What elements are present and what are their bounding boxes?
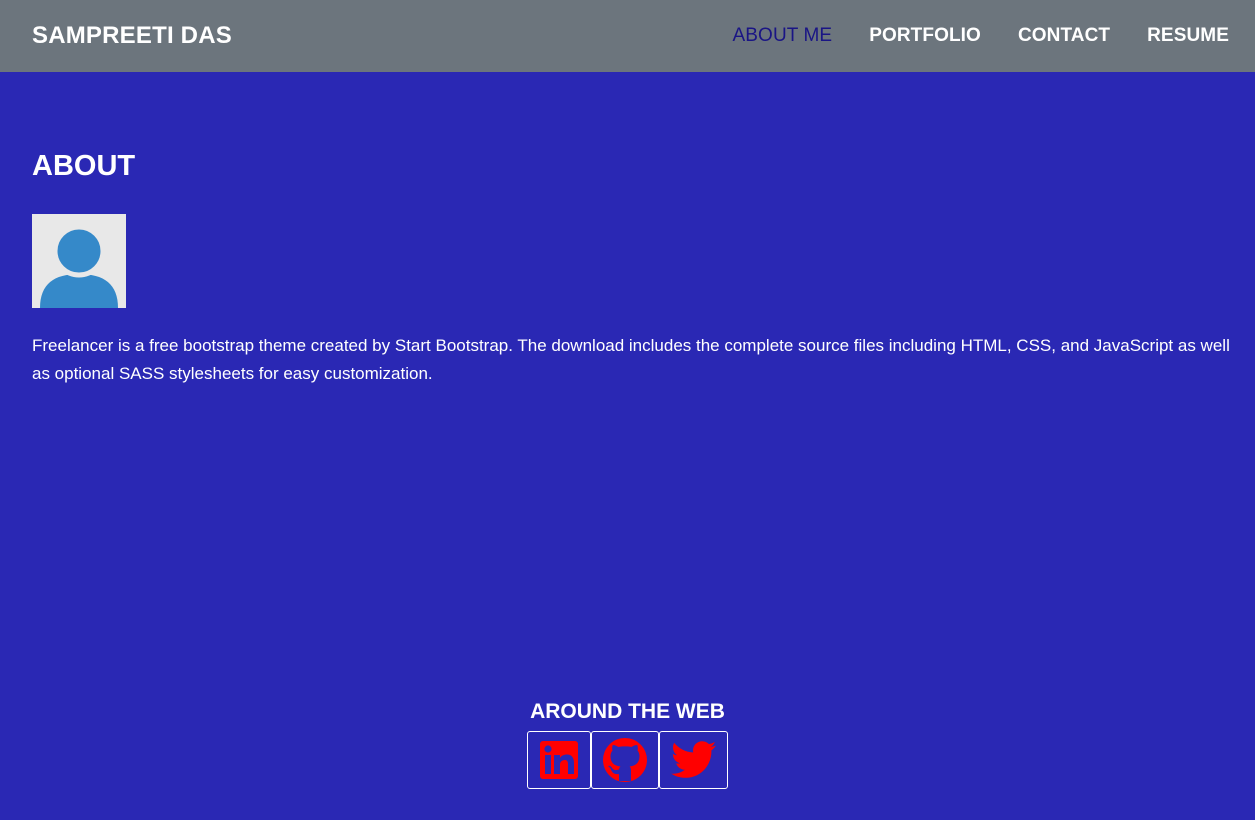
footer: AROUND THE WEB [0,700,1255,789]
footer-title: AROUND THE WEB [530,700,725,723]
linkedin-button[interactable] [527,731,591,789]
linkedin-icon [540,741,578,779]
github-button[interactable] [591,731,659,789]
nav-link-portfolio[interactable]: PORTFOLIO [869,25,981,47]
user-avatar-icon [32,214,126,308]
about-title: ABOUT [32,150,136,182]
brand-link[interactable]: SAMPREETI DAS [32,22,232,50]
github-icon [603,738,647,782]
nav-link-contact[interactable]: CONTACT [1018,25,1110,47]
twitter-icon [670,741,716,778]
twitter-button[interactable] [659,731,728,789]
nav-links: ABOUT ME PORTFOLIO CONTACT RESUME [696,0,1229,72]
nav-link-resume[interactable]: RESUME [1147,25,1229,47]
navbar: SAMPREETI DAS ABOUT ME PORTFOLIO CONTACT… [0,0,1255,72]
nav-link-about-me[interactable]: ABOUT ME [733,25,833,47]
social-links [527,731,728,789]
about-description: Freelancer is a free bootstrap theme cre… [32,336,1230,383]
